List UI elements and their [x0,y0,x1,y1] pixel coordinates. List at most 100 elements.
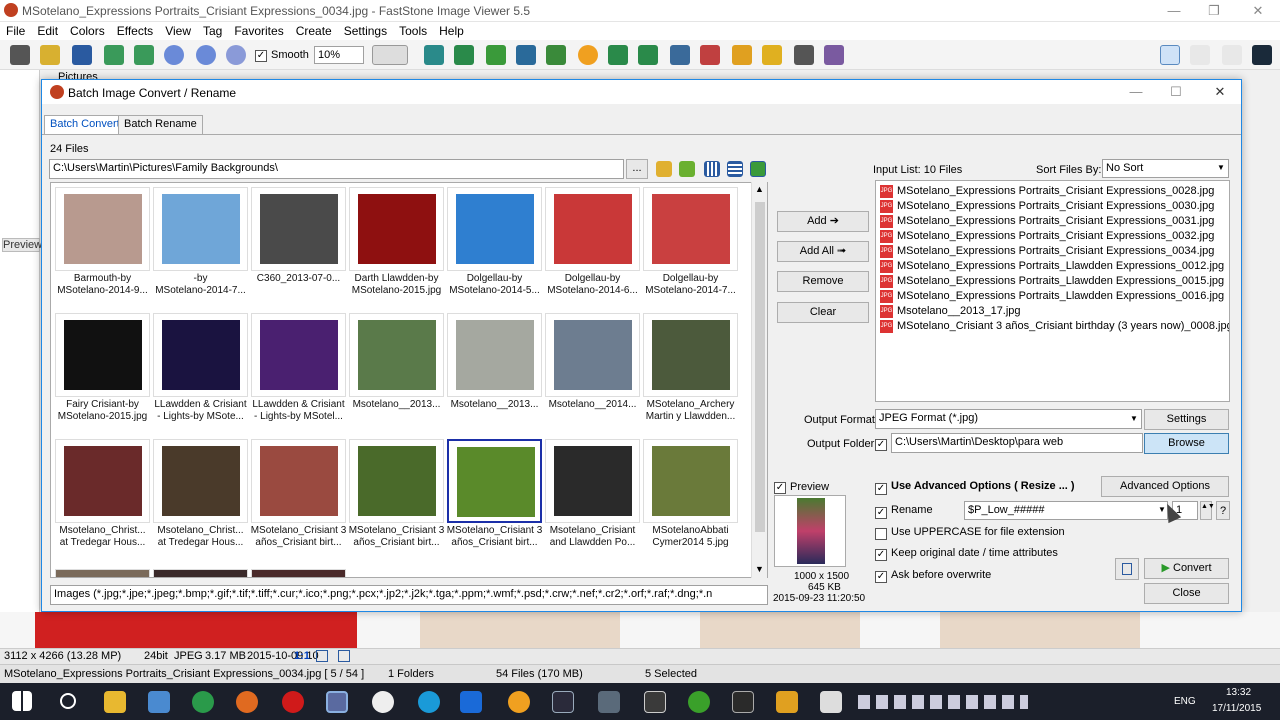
thumbnail-item[interactable]: Barmouth-by MSotelano-2014-9... [55,187,150,311]
settings-button[interactable]: Settings [1144,409,1229,430]
layout-4-icon[interactable] [1252,45,1272,65]
sun-icon[interactable] [578,45,598,65]
resize-icon[interactable] [454,45,474,65]
dialog-maximize-icon[interactable]: ☐ [1168,84,1184,100]
export-icon[interactable] [134,45,154,65]
zoom-in-icon[interactable] [164,45,184,65]
folder-new-icon[interactable] [679,161,695,177]
thumbnail-item[interactable]: Fairy Crisiant-by MSotelano-2015.jpg [55,313,150,437]
start-windows-icon[interactable] [12,691,32,711]
sort-dropdown-icon[interactable]: ▼ [1217,163,1225,172]
layout-2-icon[interactable] [1190,45,1210,65]
thumbnail-item[interactable]: Dolgellau-by MSotelano-2014-5... [447,187,542,311]
thumbnail-item[interactable]: Msotelano_Christ... at Tredegar Hous... [55,439,150,563]
thumbnail-item[interactable]: Darth Llawdden-by MSotelano-2015.jpg [349,187,444,311]
print-icon[interactable] [794,45,814,65]
sort-select[interactable]: No Sort [1102,159,1229,178]
thumbnail-item[interactable]: MSotelano_Crisiant 3 años_Crisiant birt..… [349,439,444,563]
smooth-checkbox[interactable]: ✓ [255,48,267,62]
fit-window-icon[interactable] [316,650,328,662]
close-icon[interactable]: ✕ [1250,3,1266,19]
menu-view[interactable]: View [159,22,197,40]
menu-tools[interactable]: Tools [393,22,433,40]
thumbnail-item[interactable]: MSotelano_Crisiant 3 años_Crisiant birt..… [447,439,542,563]
view-grid-icon[interactable] [704,161,720,177]
preview-document-button[interactable] [1115,558,1139,580]
input-list-item[interactable]: JPG MSotelano_Expressions Portraits_Crisi… [880,244,1214,258]
output-folder-input[interactable]: C:\Users\Martin\Desktop\para web [891,433,1143,453]
keyboard-language[interactable]: ENG [1174,696,1196,707]
menu-file[interactable]: File [0,22,31,40]
input-list-item[interactable]: JPG MSotelano_Expressions Portraits_Crisi… [880,229,1214,243]
chrome-icon[interactable] [192,691,214,713]
layout-3-icon[interactable] [1222,45,1242,65]
input-list-item[interactable]: JPG MSotelano_Expressions Portraits_Crisi… [880,184,1214,198]
convert-button[interactable]: ▶ Convert [1144,558,1229,579]
fit-icon[interactable] [226,45,246,65]
tor-icon[interactable] [372,691,394,713]
opera-icon[interactable] [282,691,304,713]
advanced-checkbox[interactable]: ✓ [875,481,887,495]
file-filter-select[interactable]: Images (*.jpg;*.jpe;*.jpeg;*.bmp;*.gif;*… [50,585,768,605]
view-thumbs-icon[interactable] [750,161,766,177]
rotate-left-icon[interactable] [608,45,628,65]
menu-edit[interactable]: Edit [31,22,64,40]
faststone-icon[interactable] [326,691,348,713]
source-path-input[interactable]: C:\Users\Martin\Pictures\Family Backgrou… [49,159,624,179]
menu-favorites[interactable]: Favorites [228,22,289,40]
rename-checkbox[interactable]: ✓ [875,505,887,519]
effects-icon[interactable] [732,45,752,65]
input-list-item[interactable]: JPG MSotelano_Expressions Portraits_Llawd… [880,259,1224,273]
ask-overwrite-checkbox[interactable]: ✓ [875,569,887,583]
rotate-right-icon[interactable] [638,45,658,65]
keep-date-checkbox[interactable]: ✓ [875,547,887,561]
file-explorer-icon[interactable] [104,691,126,713]
thumbnail-item[interactable]: Dolgellau-by MSotelano-2014-6... [545,187,640,311]
calc-icon[interactable] [644,691,666,713]
dialog-minimize-icon[interactable]: — [1128,84,1144,100]
redeye-icon[interactable] [700,45,720,65]
thumbnail-item[interactable]: Msotelano__2013... [447,313,542,437]
search-icon[interactable] [60,693,76,709]
email-icon[interactable] [762,45,782,65]
thumbnail-item[interactable]: LLawdden & Crisiant - Lights-by MSote... [153,313,248,437]
canvas-icon[interactable] [486,45,506,65]
color-icon[interactable] [516,45,536,65]
uppercase-checkbox[interactable] [875,526,887,540]
minimize-icon[interactable]: — [1166,3,1182,19]
input-list-item[interactable]: JPG MSotelano_Expressions Portraits_Llawd… [880,289,1224,303]
thumbnail-item[interactable]: MSotelano_Crisiant 3 años_Crisiant birt..… [251,439,346,563]
thumbnail-item[interactable]: Msotelano__2014... [545,313,640,437]
avast-icon[interactable] [508,691,530,713]
firefox-icon[interactable] [236,691,258,713]
folder-up-icon[interactable] [656,161,672,177]
input-list-item[interactable]: JPG MSotelano_Expressions Portraits_Llawd… [880,274,1224,288]
save-as-icon[interactable] [104,45,124,65]
advanced-options-button[interactable]: Advanced Options [1101,476,1229,497]
window-icon[interactable] [820,691,842,713]
add-all-button[interactable]: Add All ➟ [777,241,869,262]
zoom-select[interactable]: 10% [314,46,364,64]
zoom-out-icon[interactable] [196,45,216,65]
app-b-icon[interactable] [776,691,798,713]
menu-tag[interactable]: Tag [197,22,228,40]
output-format-dropdown-icon[interactable]: ▼ [1130,414,1138,423]
thumbnail-item[interactable]: -by MSotelano-2014-7... [153,187,248,311]
save-icon[interactable] [72,45,92,65]
browse-button[interactable]: Browse [1144,433,1229,454]
tray-icons[interactable] [858,695,1028,709]
screen-icon[interactable] [824,45,844,65]
input-list-item[interactable]: JPG MSotelano_Crisiant 3 años_Crisiant bi… [880,319,1229,333]
thumbnail-item[interactable]: Msotelano_Crisiant and Llawdden Po... [545,439,640,563]
zoom-ratio[interactable]: 1:1 [294,650,310,662]
rename-pattern-input[interactable]: $P_Low_##### [964,501,1168,520]
fullscreen-icon[interactable] [338,650,350,662]
menu-help[interactable]: Help [433,22,470,40]
scroll-thumb[interactable] [755,202,765,532]
close-button[interactable]: Close [1144,583,1229,604]
flip-icon[interactable] [670,45,690,65]
menu-colors[interactable]: Colors [64,22,111,40]
adjust-icon[interactable] [546,45,566,65]
preview-checkbox[interactable]: ✓ [774,480,786,494]
clock-time[interactable]: 13:32 [1226,687,1251,698]
